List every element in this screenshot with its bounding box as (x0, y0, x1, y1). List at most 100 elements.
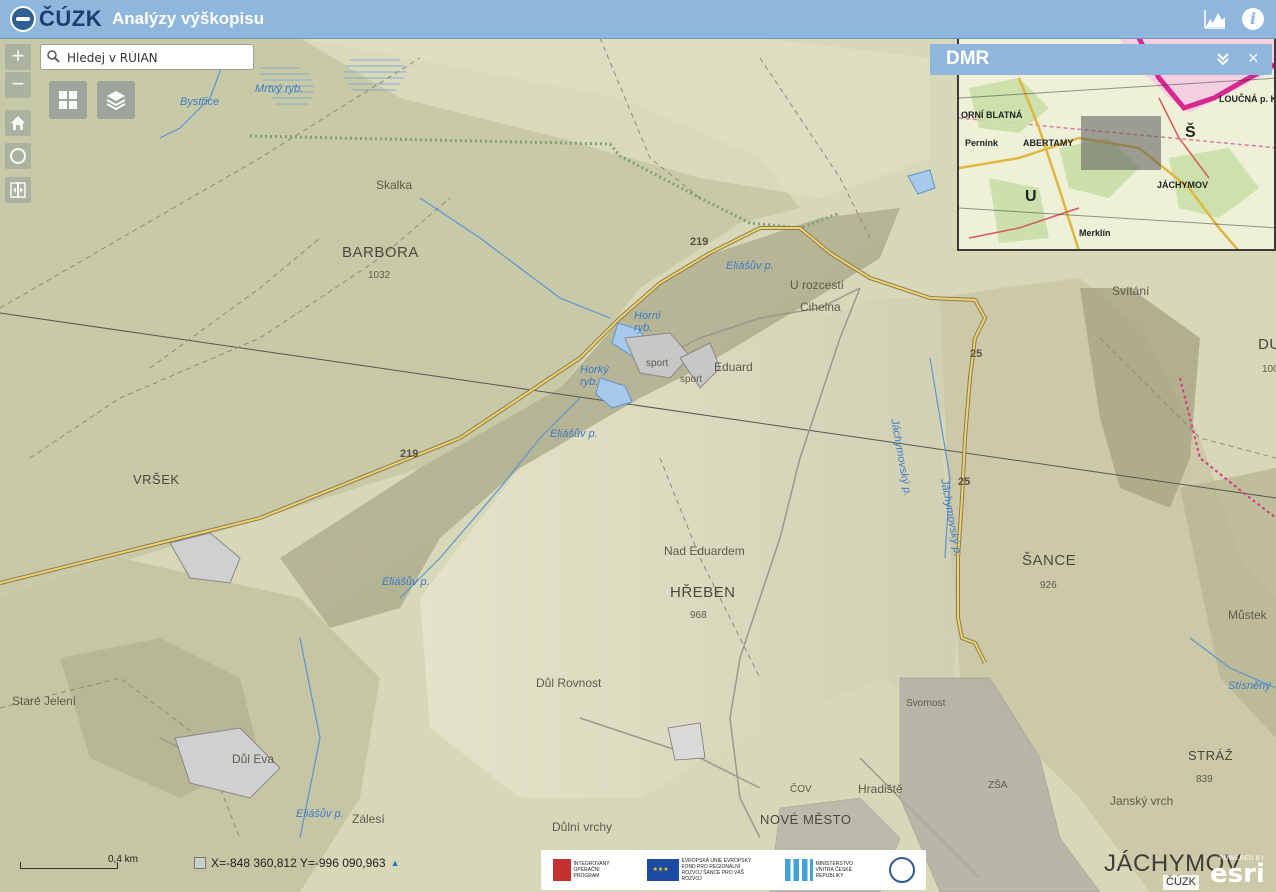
label-cov: ČOV (790, 784, 812, 795)
label-du-height: 100 (1262, 364, 1276, 375)
label-mrtvy-rybnik: Mrtvý ryb. (255, 83, 304, 95)
label-dul-eva: Důl Eva (232, 752, 275, 766)
app-title: Analýzy výškopisu (112, 9, 265, 28)
iop-logo-mark (552, 859, 571, 881)
label-barbora-height: 1032 (368, 270, 391, 281)
label-eliasuv-potok-1: Eliášův p. (726, 260, 774, 272)
label-eliasuv-potok-2: Eliášův p. (550, 428, 598, 440)
label-dul-rovnost: Důl Rovnost (536, 676, 602, 690)
overview-extent-box[interactable] (1081, 116, 1161, 170)
label-u-rozcesti: U rozcestí (790, 278, 845, 292)
label-stare-jeleni: Staré Jelení (12, 694, 77, 708)
overview-label-horni-blatna: ORNÍ BLATNÁ (961, 110, 1023, 120)
search-input[interactable] (65, 48, 254, 68)
label-barbora: BARBORA (342, 244, 419, 261)
label-nad-eduardem: Nad Eduardem (664, 544, 745, 558)
dmr-panel-header: DMR × (930, 44, 1272, 75)
iop-logo: INTEGROVANÝ OPERAČNÍ PROGRAM (552, 859, 624, 881)
zoom-out-button[interactable]: − (5, 72, 31, 98)
label-mustek: Můstek (1228, 608, 1267, 622)
home-button[interactable] (5, 110, 31, 136)
label-eduard: Eduard (714, 360, 753, 374)
coordinate-display: X=-848 360,812 Y=-996 090,963 ▲ (194, 856, 400, 870)
coordinate-system-arrow-icon[interactable]: ▲ (391, 858, 400, 868)
label-straz-height: 839 (1196, 774, 1213, 785)
esri-wordmark: esri (1210, 859, 1265, 889)
label-svitani: Svítání (1112, 284, 1150, 298)
label-road-219-north: 219 (690, 236, 709, 248)
globe-icon (10, 6, 36, 32)
home-icon (11, 116, 25, 130)
double-chevron-down-icon[interactable] (1214, 50, 1232, 68)
label-nove-mesto: NOVÉ MĚSTO (760, 812, 852, 827)
layers-icon (106, 91, 126, 111)
label-skalka: Skalka (376, 178, 413, 192)
map-attribution[interactable]: ČÚZK (1163, 875, 1199, 890)
eu-logo: EVROPSKÁ UNIE EVROPSKÝ FOND PRO REGIONÁL… (646, 858, 762, 882)
overview-label-loucna: LOUČNÁ p. K (1219, 94, 1276, 104)
zoom-in-button[interactable]: + (5, 44, 31, 70)
app-header: ČÚZK Analýzy výškopisu i (0, 0, 1276, 39)
swipe-icon (10, 182, 26, 198)
label-straz: STRÁŽ (1188, 748, 1234, 763)
grid-icon (59, 91, 77, 109)
iop-logo-text: INTEGROVANÝ OPERAČNÍ PROGRAM (573, 861, 610, 879)
search-box (40, 44, 254, 70)
swipe-button[interactable] (5, 177, 31, 203)
coordinates-icon[interactable] (194, 857, 206, 869)
scale-bar (20, 862, 118, 869)
label-road-25-south: 25 (958, 476, 971, 488)
cuzk-seal-icon (888, 857, 915, 883)
overview-label-jachymov: JÁCHYMOV (1157, 180, 1209, 190)
dmr-panel-title: DMR (946, 48, 990, 69)
label-stisneny: Stísněný (1228, 680, 1271, 692)
label-hreben-height: 968 (690, 610, 707, 621)
scale-label: 0,4 km (108, 854, 139, 865)
locate-icon (10, 148, 26, 164)
label-vrsek: VRŠEK (133, 472, 180, 487)
overview-label-pernink: Pernink (965, 138, 999, 148)
info-button[interactable]: i (1238, 4, 1268, 34)
eu-logo-text: EVROPSKÁ UNIE EVROPSKÝ FOND PRO REGIONÁL… (681, 858, 752, 882)
layers-button[interactable] (97, 81, 135, 119)
label-sport-1: sport (646, 358, 669, 369)
mvcr-logo-text: MINISTERSTVO VNITRA ČESKÉ REPUBLIKY (815, 861, 854, 879)
label-hradiste: Hradiště (858, 782, 903, 796)
overview-label-s: Š (1185, 124, 1196, 141)
coordinates-text: X=-848 360,812 Y=-996 090,963 (211, 856, 386, 870)
label-horky-rybnik: Horký ryb. (580, 364, 609, 388)
search-icon[interactable] (47, 50, 60, 63)
overview-label-merklin: Merklín (1079, 228, 1111, 238)
label-sport-2: sport (680, 374, 703, 385)
overview-label-u: U (1025, 188, 1037, 205)
eu-flag-icon (646, 859, 679, 881)
elevation-profile-icon (1204, 10, 1225, 29)
info-icon: i (1242, 8, 1264, 30)
label-zalesi: Zálesí (352, 812, 385, 826)
label-jansky-vrch: Janský vrch (1110, 794, 1174, 808)
basemap-gallery-button[interactable] (49, 81, 87, 119)
label-cihelna: Cihelna (800, 300, 841, 314)
label-sance: ŠANCE (1022, 552, 1077, 569)
label-eliasuv-potok-4: Eliášův p. (296, 808, 344, 820)
label-sance-height: 926 (1040, 580, 1057, 591)
label-eliasuv-potok-3: Eliášův p. (382, 576, 430, 588)
label-hreben: HŘEBEN (670, 584, 736, 601)
label-horni-rybnik: Horní ryb. (634, 310, 661, 334)
overview-label-abertamy: ABERTAMY (1023, 138, 1074, 148)
locate-button[interactable] (5, 143, 31, 169)
label-road-219-south: 219 (400, 448, 419, 460)
elevation-profile-button[interactable] (1200, 4, 1230, 34)
mvcr-logo: MINISTERSTVO VNITRA ČESKÉ REPUBLIKY (784, 859, 866, 881)
mvcr-logo-mark (784, 859, 813, 881)
label-bystrice: Bystřice (180, 96, 220, 108)
label-zsa: ZŠA (988, 780, 1008, 791)
label-dulni-vrchy: Důlní vrchy (552, 820, 613, 834)
label-svornost: Svornost (906, 698, 946, 709)
label-du: DU (1258, 336, 1276, 353)
esri-logo[interactable]: POWERED BY esri (1210, 856, 1265, 889)
sponsor-logo-bar: INTEGROVANÝ OPERAČNÍ PROGRAM EVROPSKÁ UN… (541, 850, 926, 890)
label-road-25-north: 25 (970, 348, 983, 360)
close-icon[interactable]: × (1248, 48, 1259, 68)
cuzk-logo[interactable]: ČÚZK (10, 5, 102, 33)
